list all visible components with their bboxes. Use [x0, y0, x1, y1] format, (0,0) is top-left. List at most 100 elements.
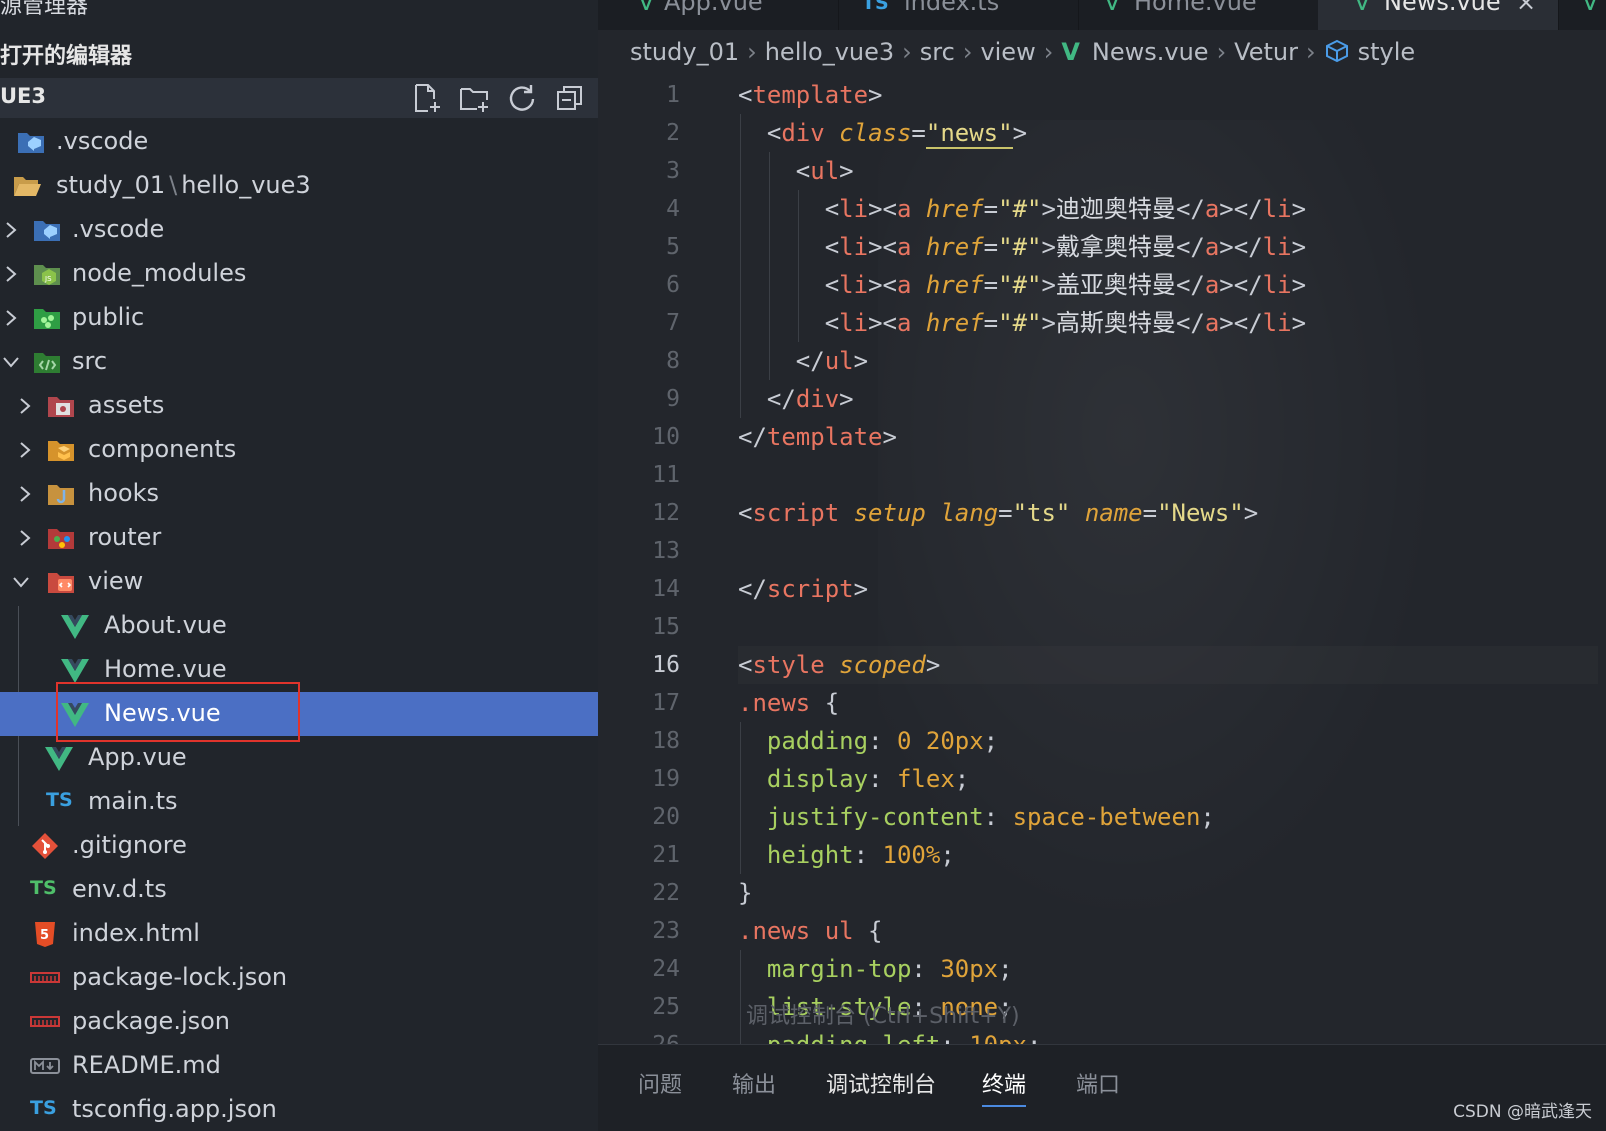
tree-item-workspace[interactable]: study_01 \ hello_vue3	[0, 164, 598, 208]
breadcrumb-item[interactable]: hello_vue3	[765, 38, 894, 66]
tree-item-about-vue[interactable]: About.vue	[0, 604, 598, 648]
tree-item-tsconfig-app-json[interactable]: TS tsconfig.app.json	[0, 1088, 598, 1131]
code-line: </ul>	[738, 342, 1598, 380]
collapse-all-icon[interactable]	[554, 82, 586, 114]
line-number: 2	[666, 120, 680, 146]
router-folder-icon	[46, 524, 76, 552]
tree-item-gitignore[interactable]: .gitignore	[0, 824, 598, 868]
tree-item-components[interactable]: components	[0, 428, 598, 472]
public-folder-icon	[32, 304, 62, 332]
chevron-down-icon	[0, 350, 22, 374]
tab-bar: V App.vue TS index.ts V Home.vue V News.…	[598, 0, 1606, 30]
tab-app-vue[interactable]: V App.vue	[598, 0, 839, 30]
line-number: 23	[652, 918, 680, 944]
view-folder-icon	[46, 568, 76, 596]
code-line: <li><a href="#">高斯奥特曼</a></li>	[738, 304, 1598, 342]
line-number: 12	[652, 500, 680, 526]
tab-overflow[interactable]: V	[1558, 0, 1606, 30]
line-number: 14	[652, 576, 680, 602]
explorer-title: 源管理器	[0, 0, 89, 19]
chevron-right-icon	[0, 306, 22, 330]
tree-item-package-lock-json[interactable]: package-lock.json	[0, 956, 598, 1000]
tree-item-view[interactable]: view	[0, 560, 598, 604]
close-tab-icon[interactable]: ×	[1516, 0, 1536, 16]
chevron-right-icon	[14, 526, 36, 550]
code-line: <ul>	[738, 152, 1598, 190]
breadcrumb-item[interactable]: study_01	[630, 38, 739, 66]
code-line: <template>	[738, 81, 883, 109]
panel-tab-problems[interactable]: 问题	[638, 1067, 682, 1099]
tree-item-env-d-ts[interactable]: TS env.d.ts	[0, 868, 598, 912]
breadcrumb-item[interactable]: News.vue	[1092, 38, 1209, 66]
line-number: 21	[652, 842, 680, 868]
chevron-right-icon	[14, 482, 36, 506]
tree-item-public[interactable]: public	[0, 296, 598, 340]
chevron-right-icon	[14, 438, 36, 462]
watermark: CSDN @暗武逢天	[1453, 1102, 1592, 1122]
chevron-down-icon	[10, 570, 32, 594]
chevron-right-icon: ›	[1216, 38, 1227, 66]
tree-item-readme-md[interactable]: README.md	[0, 1044, 598, 1088]
tree-item-vscode[interactable]: .vscode	[0, 208, 598, 252]
tab-news-vue[interactable]: V News.vue ×	[1318, 0, 1559, 30]
line-number: 25	[652, 994, 680, 1020]
code-line: height: 100%;	[738, 836, 1598, 874]
tab-home-vue[interactable]: V Home.vue	[1078, 0, 1319, 30]
tree-item-vscode-root[interactable]: .vscode	[0, 120, 598, 164]
vue-file-icon: V	[1354, 0, 1371, 16]
new-folder-icon[interactable]	[458, 82, 490, 114]
vscode-folder-icon	[32, 216, 62, 244]
breadcrumb-item[interactable]: view	[980, 38, 1035, 66]
npm-file-icon	[30, 1008, 60, 1036]
panel-tab-output[interactable]: 输出	[732, 1067, 776, 1099]
tab-index-ts[interactable]: TS index.ts	[838, 0, 1079, 30]
tree-item-app-vue[interactable]: App.vue	[0, 736, 598, 780]
bottom-panel: 问题 输出 调试控制台 终端 端口 CSDN @暗武逢天	[598, 1044, 1606, 1131]
assets-folder-icon	[46, 392, 76, 420]
tree-item-index-html[interactable]: 5 index.html	[0, 912, 598, 956]
line-number: 10	[652, 424, 680, 450]
refresh-icon[interactable]	[506, 82, 538, 114]
breadcrumb-item[interactable]: src	[920, 38, 955, 66]
tree-item-router[interactable]: router	[0, 516, 598, 560]
tree-item-main-ts[interactable]: TS main.ts	[0, 780, 598, 824]
line-number: 5	[666, 234, 680, 260]
new-file-icon[interactable]	[410, 82, 442, 114]
panel-tab-ports[interactable]: 端口	[1076, 1067, 1120, 1099]
tree-item-assets[interactable]: assets	[0, 384, 598, 428]
line-number: 15	[652, 614, 680, 640]
vue-file-icon	[60, 656, 90, 684]
vue-file-icon: V	[638, 0, 655, 16]
panel-tab-terminal[interactable]: 终端	[982, 1067, 1027, 1107]
vue-file-icon	[44, 744, 74, 772]
open-editors-section[interactable]: 打开的编辑器	[0, 38, 132, 70]
breadcrumb-item[interactable]: Vetur	[1234, 38, 1298, 66]
svg-text:JS: JS	[44, 275, 52, 283]
line-number: 19	[652, 766, 680, 792]
tree-item-news-vue[interactable]: News.vue	[0, 692, 598, 736]
breadcrumb-item[interactable]: style	[1358, 38, 1416, 66]
panel-tooltip-hint: 调试控制台 (Ctrl+Shift+Y)	[746, 1004, 1020, 1029]
tree-item-node-modules[interactable]: JS node_modules	[0, 252, 598, 296]
vue-file-icon: V	[1104, 0, 1121, 16]
vue-file-icon: V	[1582, 0, 1599, 16]
code-editor[interactable]: <template> <div class="news"> <ul> <li><…	[738, 76, 1598, 1064]
node-folder-icon: JS	[32, 260, 62, 288]
tree-item-home-vue[interactable]: Home.vue	[0, 648, 598, 692]
editor-area: V App.vue TS index.ts V Home.vue V News.…	[598, 0, 1606, 1131]
project-header[interactable]: UE3	[0, 78, 598, 118]
line-number-gutter: 1 2 3 4 5 6 7 8 9 10 11 12 13 14 15 16 1…	[598, 76, 686, 1064]
components-folder-icon	[46, 436, 76, 464]
tree-item-hooks[interactable]: hooks	[0, 472, 598, 516]
line-number: 1	[666, 82, 680, 108]
chevron-right-icon	[0, 262, 22, 286]
vue-file-icon	[60, 612, 90, 640]
tree-item-package-json[interactable]: package.json	[0, 1000, 598, 1044]
panel-tab-debug-console[interactable]: 调试控制台	[826, 1067, 936, 1099]
chevron-right-icon: ›	[1043, 38, 1054, 66]
project-title: UE3	[0, 84, 47, 108]
code-line: <li><a href="#">盖亚奥特曼</a></li>	[738, 266, 1598, 304]
tree-item-src[interactable]: src	[0, 340, 598, 384]
